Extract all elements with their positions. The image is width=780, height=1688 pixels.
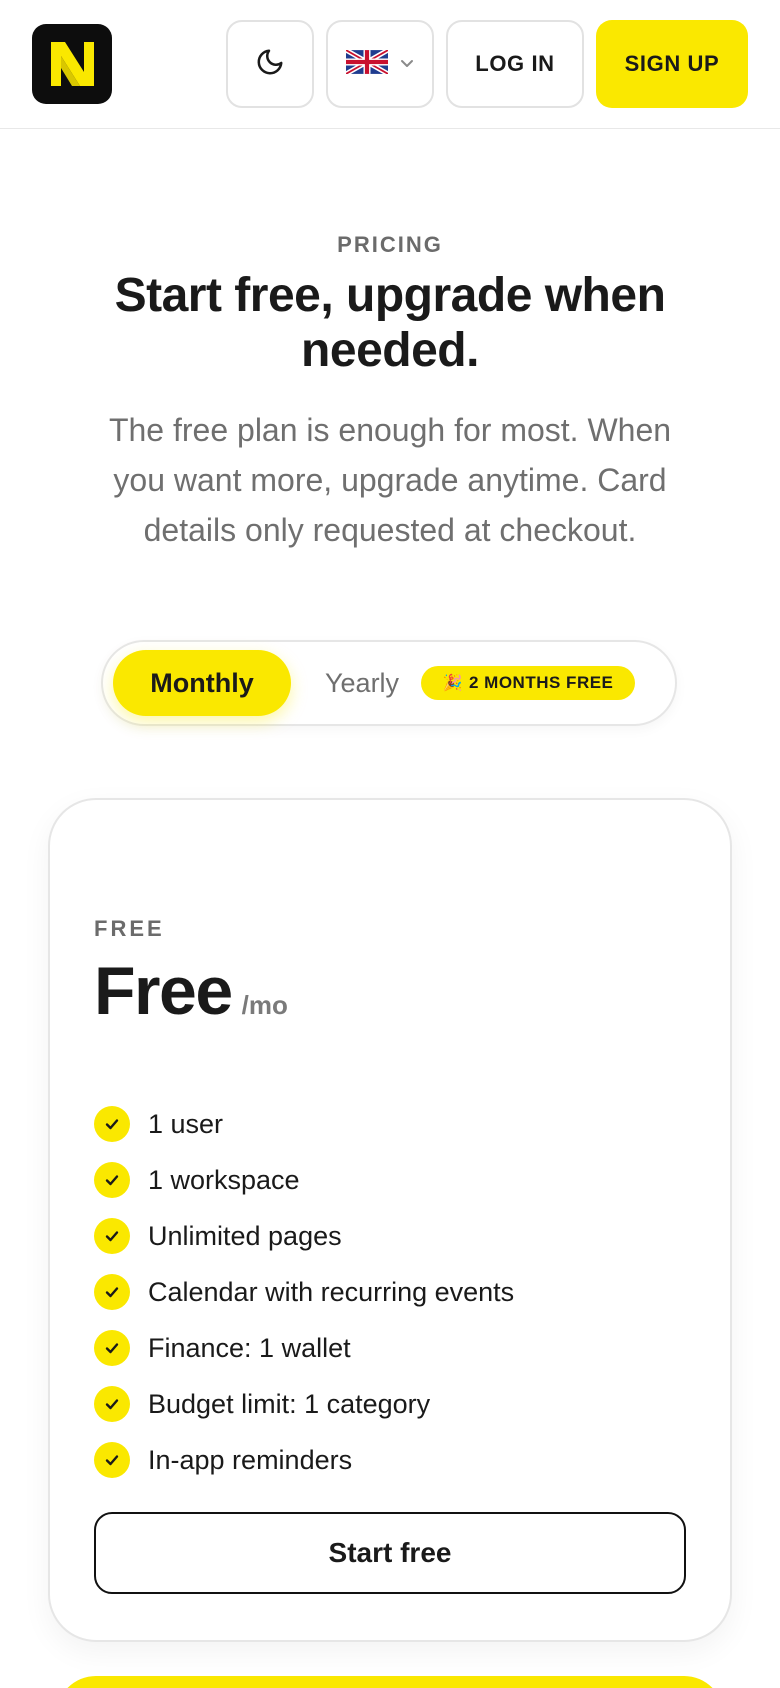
start-free-button[interactable]: Start free — [94, 1512, 686, 1594]
feature-text: Unlimited pages — [148, 1220, 342, 1251]
language-selector[interactable] — [326, 20, 434, 108]
login-button[interactable]: LOG IN — [446, 20, 584, 108]
moon-icon — [255, 47, 285, 82]
feature-item: Budget limit: 1 category — [94, 1376, 694, 1432]
check-icon — [94, 1330, 130, 1366]
uk-flag-icon — [344, 47, 390, 79]
feature-item: 1 user — [94, 1096, 694, 1152]
plan-card-free: FREE Free /mo 1 user 1 workspace Unlimit… — [48, 798, 732, 1642]
party-popper-icon: 🎉 — [442, 675, 463, 692]
check-icon — [94, 1218, 130, 1254]
check-icon — [94, 1386, 130, 1422]
promo-badge-text: 2 MONTHS FREE — [469, 673, 614, 692]
feature-item: Finance: 1 wallet — [94, 1320, 694, 1376]
billing-period-toggle: Monthly Yearly 🎉 2 MONTHS FREE — [101, 640, 677, 726]
plan-feature-list: 1 user 1 workspace Unlimited pages Calen… — [94, 1096, 694, 1488]
signup-button[interactable]: SIGN UP — [596, 20, 748, 108]
next-plan-card-edge — [56, 1676, 724, 1688]
page-subtitle: The free plan is enough for most. When y… — [108, 412, 672, 548]
billing-yearly-option[interactable]: Yearly — [325, 650, 399, 716]
check-icon — [94, 1442, 130, 1478]
check-icon — [94, 1162, 130, 1198]
feature-text: 1 user — [148, 1108, 224, 1139]
feature-item: Unlimited pages — [94, 1208, 694, 1264]
feature-text: Finance: 1 wallet — [148, 1332, 351, 1363]
chevron-down-icon — [400, 55, 414, 73]
feature-item: Calendar with recurring events — [94, 1264, 694, 1320]
check-icon — [94, 1106, 130, 1142]
site-header: LOG IN SIGN UP — [0, 0, 780, 129]
promo-badge: 🎉 2 MONTHS FREE — [421, 666, 635, 700]
plan-period: /mo — [241, 990, 288, 1020]
feature-text: Budget limit: 1 category — [148, 1388, 431, 1419]
page-title: Start free, upgrade when needed. — [114, 269, 666, 377]
feature-item: 1 workspace — [94, 1152, 694, 1208]
feature-text: 1 workspace — [148, 1164, 300, 1195]
check-icon — [94, 1274, 130, 1310]
feature-text: In-app reminders — [148, 1444, 353, 1475]
section-eyebrow: PRICING — [337, 232, 443, 257]
plan-price-row: Free /mo — [94, 952, 288, 1030]
feature-item: In-app reminders — [94, 1432, 694, 1488]
n-logo-icon[interactable] — [32, 24, 112, 104]
theme-toggle-button[interactable] — [226, 20, 314, 108]
billing-monthly-option[interactable]: Monthly — [113, 650, 291, 716]
feature-text: Calendar with recurring events — [148, 1276, 515, 1307]
plan-price: Free — [94, 953, 233, 1029]
plan-tier-label: FREE — [94, 916, 165, 941]
